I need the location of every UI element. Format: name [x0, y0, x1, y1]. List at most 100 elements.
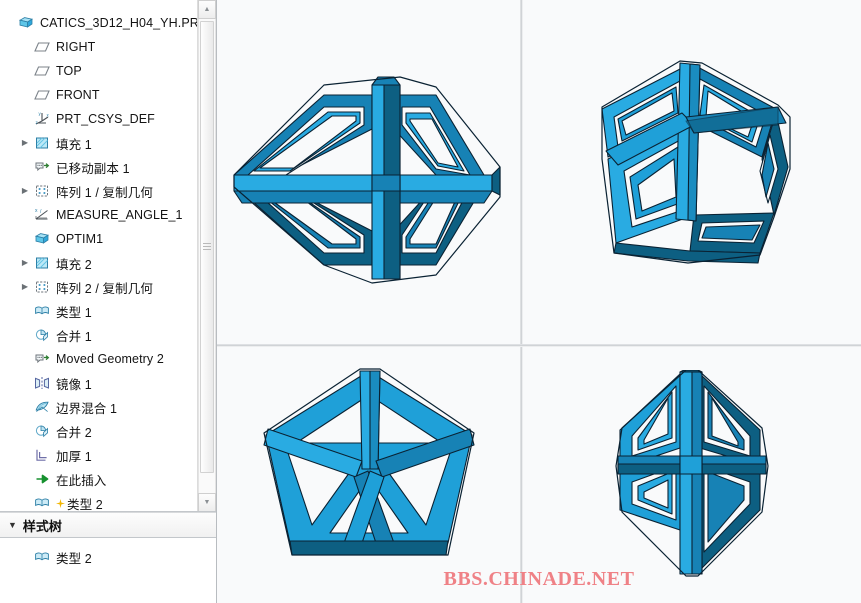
viewport-vertical-divider[interactable]: [520, 0, 523, 603]
style-tree-list: ▶类型 2: [0, 538, 216, 603]
svg-text:x: x: [47, 113, 50, 118]
scroll-down-button[interactable]: ▼: [198, 493, 216, 511]
tree-item-label: 边界混合 1: [56, 401, 118, 416]
tree-item[interactable]: ▶CATICS_3D12_H04_YH.PRT: [0, 11, 206, 35]
model-tree-panel[interactable]: ▶CATICS_3D12_H04_YH.PRT▶RIGHT▶TOP▶FRONT▶…: [0, 0, 216, 512]
tree-item[interactable]: ▶yxzPRT_CSYS_DEF: [0, 107, 198, 131]
tree-item-label: 已移动副本 1: [56, 161, 130, 176]
tree-item[interactable]: ▶ 填充 1: [0, 131, 198, 155]
merge-icon: [32, 326, 52, 344]
style-tree-item[interactable]: ▶类型 2: [0, 545, 216, 569]
tree-item[interactable]: ▶类型 1: [0, 299, 198, 323]
tree-item[interactable]: ▶已移动副本 1: [0, 155, 198, 179]
viewport-quadrant-isometric[interactable]: [523, 0, 861, 344]
active-star-icon: [56, 498, 66, 508]
pattern-icon: [32, 182, 52, 200]
svg-text:/: /: [40, 209, 42, 215]
tree-item-label: PRT_CSYS_DEF: [56, 112, 155, 126]
measure-angle-icon: x /: [32, 206, 52, 224]
insert-here-icon: [32, 470, 52, 488]
tree-item[interactable]: ▶RIGHT: [0, 35, 198, 59]
moved-copy-icon: [32, 158, 52, 176]
viewport-quadrant-right[interactable]: [523, 347, 861, 603]
chevron-down-icon: ▼: [203, 499, 211, 506]
model-front-view: [232, 76, 501, 284]
tree-item-label: 阵列 2 / 复制几何: [56, 281, 153, 296]
scrollbar-grip-icon: [203, 242, 211, 252]
scrollbar-thumb[interactable]: [200, 21, 214, 473]
chevron-up-icon: ▲: [203, 6, 211, 13]
model-right-view: [615, 370, 769, 577]
datum-plane-icon: [32, 62, 52, 80]
tree-item-label: FRONT: [56, 88, 100, 102]
tree-item[interactable]: ▶加厚 1: [0, 443, 198, 467]
scrollbar-track[interactable]: [198, 19, 216, 493]
tree-item[interactable]: ▶合并 1: [0, 323, 198, 347]
tree-item[interactable]: ▶TOP: [0, 59, 198, 83]
tree-item-label: 填充 2: [56, 257, 92, 272]
merge-icon: [32, 422, 52, 440]
tree-item[interactable]: ▶镜像 1: [0, 371, 198, 395]
tree-item-label: 阵列 1 / 复制几何: [56, 185, 153, 200]
svg-text:x: x: [35, 208, 38, 214]
tree-item-label: 合并 2: [56, 425, 92, 440]
fill-icon: [32, 254, 52, 272]
tree-item[interactable]: ▶ 阵列 1 / 复制几何: [0, 179, 198, 203]
style-tree-title: 样式树: [22, 518, 62, 534]
graphics-viewport[interactable]: BBS.CHINADE.NET: [217, 0, 861, 603]
tree-item-label: TOP: [56, 64, 82, 78]
datum-plane-icon: [32, 86, 52, 104]
expand-arrow-icon[interactable]: ▶: [18, 259, 32, 267]
tree-item[interactable]: ▶OPTIM1: [0, 227, 198, 251]
model-isometric-view: [601, 60, 791, 264]
viewport-horizontal-divider[interactable]: [217, 344, 861, 347]
tree-item[interactable]: ▶类型 2: [0, 491, 198, 512]
application-window: ▶CATICS_3D12_H04_YH.PRT▶RIGHT▶TOP▶FRONT▶…: [0, 0, 861, 603]
mirror-icon: [32, 374, 52, 392]
style-type-icon: [32, 548, 52, 566]
tree-item-label: CATICS_3D12_H04_YH.PRT: [40, 16, 207, 30]
model-tree-scrollbar[interactable]: ▲ ▼: [197, 0, 216, 511]
caret-down-icon[interactable]: ▼: [8, 520, 17, 530]
expand-arrow-icon[interactable]: ▶: [18, 283, 32, 291]
tree-item-label: 在此插入: [56, 473, 107, 488]
coordinate-system-icon: yxz: [32, 110, 52, 128]
part-cube-icon: [32, 230, 52, 248]
tree-item-label: Moved Geometry 2: [56, 352, 164, 366]
moved-copy-icon: [32, 350, 52, 368]
tree-item-label: 加厚 1: [56, 449, 92, 464]
svg-text:y: y: [39, 111, 42, 116]
style-type-icon: [32, 302, 52, 320]
tree-item-label: 合并 1: [56, 329, 92, 344]
tree-item-label: RIGHT: [56, 40, 96, 54]
boundary-blend-icon: [32, 398, 52, 416]
expand-arrow-icon[interactable]: ▶: [18, 139, 32, 147]
tree-item[interactable]: ▶x/MEASURE_ANGLE_1: [0, 203, 198, 227]
viewport-quadrant-front[interactable]: [217, 0, 520, 344]
tree-item[interactable]: ▶边界混合 1: [0, 395, 198, 419]
style-tree-header[interactable]: ▼ 样式树: [0, 512, 216, 538]
tree-item-label: 填充 1: [56, 137, 92, 152]
tree-item-label: OPTIM1: [56, 232, 104, 246]
tree-item[interactable]: ▶合并 2: [0, 419, 198, 443]
part-cube-icon: [16, 14, 36, 32]
tree-item[interactable]: ▶Moved Geometry 2: [0, 347, 198, 371]
pattern-icon: [32, 278, 52, 296]
tree-item[interactable]: ▶ 填充 2: [0, 251, 198, 275]
datum-plane-icon: [32, 38, 52, 56]
style-type-active-icon: [32, 494, 52, 511]
style-tree-item-label: 类型 2: [56, 551, 92, 566]
tree-item[interactable]: ▶在此插入: [0, 467, 198, 491]
viewport-quadrant-top[interactable]: [217, 347, 520, 603]
fill-icon: [32, 134, 52, 152]
tree-item[interactable]: ▶FRONT: [0, 83, 198, 107]
expand-arrow-icon[interactable]: ▶: [18, 187, 32, 195]
tree-item-label: MEASURE_ANGLE_1: [56, 208, 183, 222]
tree-item-label: 类型 2: [67, 497, 103, 512]
model-top-view: [262, 368, 475, 556]
scroll-up-button[interactable]: ▲: [198, 0, 216, 19]
thicken-icon: [32, 446, 52, 464]
tree-item-label: 镜像 1: [56, 377, 92, 392]
tree-item[interactable]: ▶ 阵列 2 / 复制几何: [0, 275, 198, 299]
left-panel: ▶CATICS_3D12_H04_YH.PRT▶RIGHT▶TOP▶FRONT▶…: [0, 0, 217, 603]
